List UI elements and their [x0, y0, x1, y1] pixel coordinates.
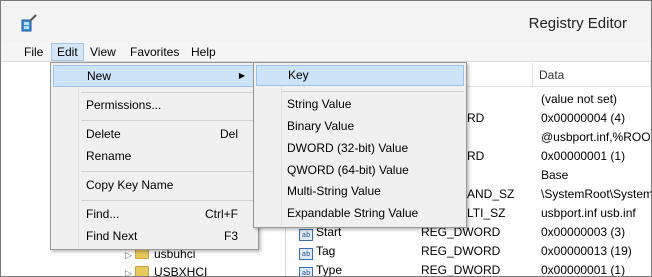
new-submenu: Key String Value Binary Value DWORD (32-… — [253, 62, 467, 228]
menu-item-label: Find... — [86, 207, 120, 221]
value-data: 0x00000013 (19) — [541, 244, 632, 258]
menu-separator — [81, 200, 255, 201]
registry-editor-window: Registry Editor File Edit View Favorites… — [0, 0, 652, 277]
submenu-item-string-value[interactable]: String Value — [256, 94, 464, 115]
menu-help[interactable]: Help — [186, 43, 221, 61]
menu-item-rename[interactable]: Rename — [53, 145, 256, 167]
expand-arrow-icon[interactable]: ▷ — [125, 268, 135, 276]
value-data: \SystemRoot\System — [541, 187, 652, 201]
value-type: AND_SZ — [467, 187, 515, 201]
dword-value-icon: ab — [299, 248, 313, 260]
menu-item-delete[interactable]: Delete Del — [53, 123, 256, 145]
menu-item-find[interactable]: Find... Ctrl+F — [53, 203, 256, 225]
value-name: Tag — [316, 244, 336, 258]
menu-item-label: Delete — [86, 127, 121, 141]
menu-item-label: String Value — [287, 97, 352, 111]
value-row[interactable]: ab Type REG_DWORD 0x00000001 (1) — [291, 261, 651, 277]
value-data: usbport.inf usb.inf — [541, 206, 636, 220]
menu-item-permissions[interactable]: Permissions... — [53, 94, 256, 116]
submenu-item-expandable-string-value[interactable]: Expandable String Value — [256, 203, 464, 224]
menu-item-new[interactable]: New ▶ — [53, 65, 256, 87]
submenu-item-qword-value[interactable]: QWORD (64-bit) Value — [256, 160, 464, 181]
menu-item-copy-key-name[interactable]: Copy Key Name — [53, 174, 256, 196]
submenu-item-multi-string-value[interactable]: Multi-String Value — [256, 181, 464, 202]
dword-value-icon: ab — [299, 267, 313, 276]
column-header-data[interactable]: Data — [533, 63, 651, 87]
value-data: 0x00000001 (1) — [541, 263, 626, 277]
menu-item-label: Find Next — [86, 229, 138, 243]
menu-item-label: New — [87, 69, 112, 83]
menu-item-label: Key — [288, 68, 309, 82]
value-data: 0x00000004 (4) — [541, 111, 626, 125]
submenu-arrow-icon: ▶ — [238, 71, 245, 80]
menu-view[interactable]: View — [85, 43, 121, 61]
value-data: 0x00000003 (3) — [541, 225, 626, 239]
dword-value-icon: ab — [299, 229, 313, 241]
folder-icon — [135, 266, 149, 276]
menu-item-shortcut: Del — [219, 127, 238, 141]
menu-edit[interactable]: Edit — [51, 43, 84, 61]
menu-item-label: QWORD (64-bit) Value — [287, 163, 409, 177]
submenu-item-key[interactable]: Key — [256, 65, 464, 86]
menu-item-find-next[interactable]: Find Next F3 — [53, 225, 256, 247]
menu-bar: File Edit View Favorites Help — [1, 42, 651, 62]
menu-separator — [282, 91, 464, 92]
value-row[interactable]: ab Tag REG_DWORD 0x00000013 (19) — [291, 242, 651, 261]
value-data: Base — [541, 168, 569, 182]
value-data: @usbport.inf,%ROOT — [541, 130, 652, 144]
menu-item-label: Permissions... — [86, 98, 162, 112]
value-type: RD — [467, 111, 485, 125]
value-type: REG_DWORD — [421, 263, 501, 277]
submenu-item-dword-value[interactable]: DWORD (32-bit) Value — [256, 138, 464, 159]
menu-file[interactable]: File — [19, 43, 48, 61]
menu-favorites[interactable]: Favorites — [125, 43, 184, 61]
submenu-item-binary-value[interactable]: Binary Value — [256, 116, 464, 137]
expand-arrow-icon[interactable]: ▷ — [125, 250, 135, 261]
menu-item-label: Binary Value — [287, 119, 355, 133]
menu-separator — [81, 171, 255, 172]
menu-item-label: DWORD (32-bit) Value — [287, 141, 409, 155]
menu-item-label: Expandable String Value — [287, 206, 419, 220]
value-type: LTI_SZ — [467, 206, 506, 220]
menu-item-shortcut: Ctrl+F — [205, 207, 238, 221]
value-type: REG_DWORD — [421, 244, 501, 258]
value-name: Type — [316, 263, 343, 277]
menu-item-label: Multi-String Value — [287, 184, 381, 198]
window-title: Registry Editor — [528, 15, 627, 32]
value-data: 0x00000001 (1) — [541, 149, 626, 163]
menu-item-shortcut: F3 — [223, 229, 238, 243]
value-data: (value not set) — [541, 92, 618, 106]
menu-item-label: Copy Key Name — [86, 178, 174, 192]
registry-editor-icon — [21, 14, 37, 32]
title-bar: Registry Editor — [1, 1, 651, 42]
tree-item-usbxhci[interactable]: ▷ USBXHCI — [125, 265, 208, 277]
tree-item-label: USBXHCI — [154, 265, 208, 277]
menu-item-label: Rename — [86, 149, 132, 163]
menu-separator — [81, 92, 255, 93]
menu-separator — [81, 120, 255, 121]
edit-menu-dropdown: New ▶ Permissions... Delete Del Rename C… — [50, 62, 259, 250]
value-type: RD — [467, 149, 485, 163]
